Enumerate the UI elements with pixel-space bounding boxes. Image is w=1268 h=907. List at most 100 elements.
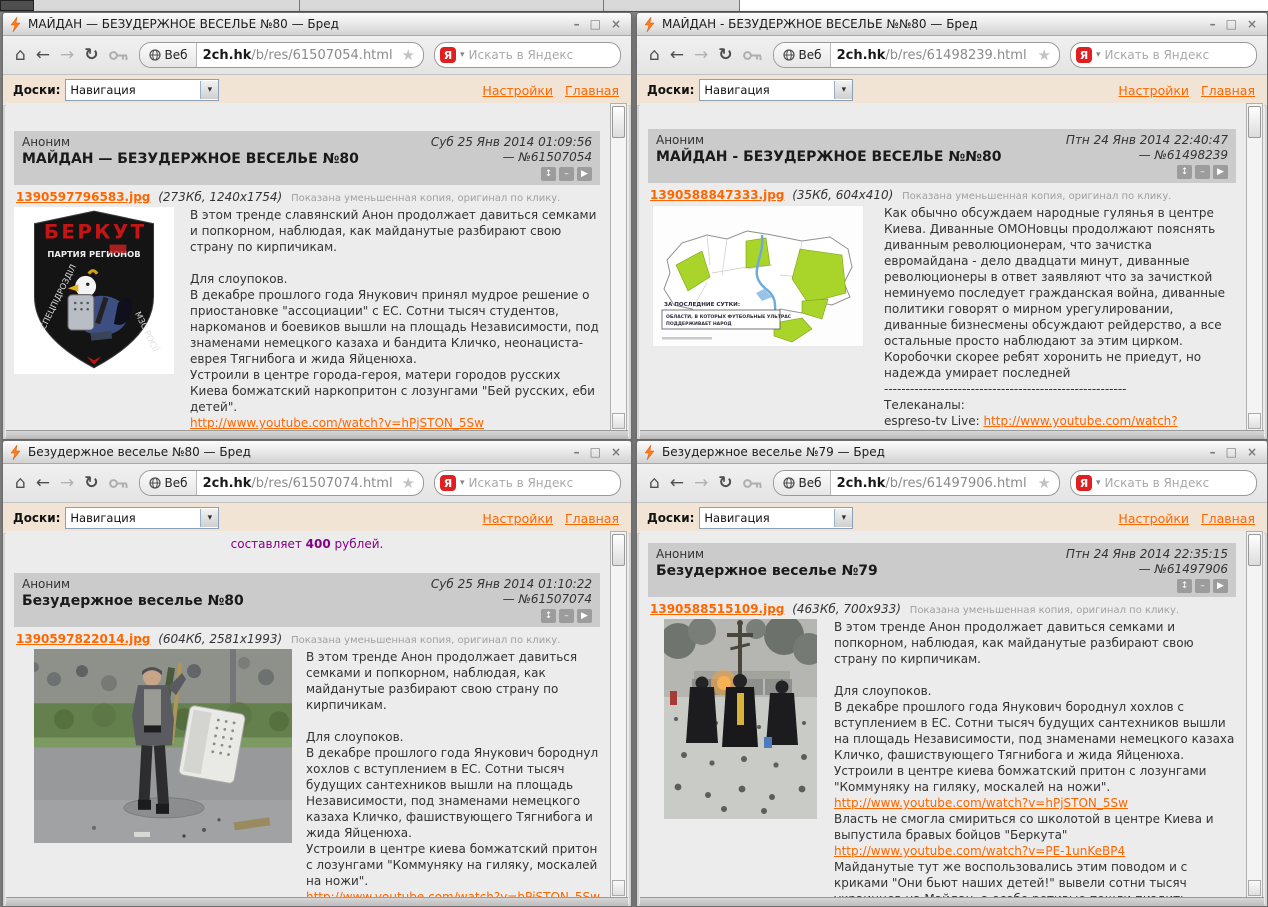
- post-number[interactable]: — №61498239: [1066, 148, 1228, 162]
- back-button[interactable]: ←: [670, 47, 684, 64]
- close-button[interactable]: ×: [611, 445, 623, 459]
- navigation-select[interactable]: Навигация ▾: [699, 79, 853, 101]
- close-button[interactable]: ×: [611, 17, 623, 31]
- search-dropdown-icon[interactable]: ▾: [460, 50, 465, 60]
- hide-post-button[interactable]: –: [559, 167, 574, 181]
- maximize-button[interactable]: □: [590, 17, 603, 31]
- mainpage-link[interactable]: Главная: [1201, 83, 1255, 98]
- post-thumbnail[interactable]: [34, 649, 292, 843]
- file-link[interactable]: 1390597796583.jpg: [16, 190, 150, 204]
- vertical-scrollbar[interactable]: [610, 531, 627, 898]
- search-dropdown-icon[interactable]: ▾: [460, 478, 465, 488]
- background-window-fragment[interactable]: [604, 0, 740, 11]
- post-link[interactable]: http://www.youtube.com/watch?v=PE-1unKeB…: [834, 844, 1125, 858]
- scrollbar-end-button[interactable]: [612, 413, 625, 429]
- post-number[interactable]: — №61497906: [1066, 562, 1228, 576]
- file-link[interactable]: 1390588847333.jpg: [650, 188, 784, 202]
- yandex-search-box[interactable]: Я ▾ Искать в Яндекс: [434, 470, 621, 496]
- address-bar[interactable]: Веб 2ch.hk/b/res/61507074.html ★: [139, 470, 424, 496]
- file-link[interactable]: 1390597822014.jpg: [16, 632, 150, 646]
- maximize-button[interactable]: □: [1226, 445, 1239, 459]
- minimize-button[interactable]: –: [574, 445, 582, 459]
- hide-post-button[interactable]: –: [1195, 579, 1210, 593]
- url-text[interactable]: 2ch.hk/b/res/61498239.html: [831, 48, 1038, 63]
- background-window-fragment[interactable]: [740, 0, 1268, 11]
- web-mode-button[interactable]: Веб: [774, 471, 831, 495]
- post-link[interactable]: http://www.youtube.com/watch?v=hPjSTON_5…: [834, 796, 1128, 810]
- play-post-button[interactable]: ▶: [577, 609, 592, 623]
- post-number[interactable]: — №61507074: [431, 592, 592, 606]
- expand-post-button[interactable]: ↕: [1177, 165, 1192, 179]
- navigation-select[interactable]: Навигация ▾: [699, 507, 853, 529]
- select-dropdown-icon[interactable]: ▾: [200, 81, 218, 99]
- key-icon[interactable]: [743, 46, 763, 65]
- navigation-select[interactable]: Навигация ▾: [65, 79, 219, 101]
- reload-button[interactable]: ↻: [84, 47, 98, 64]
- vertical-scrollbar[interactable]: [1246, 103, 1263, 431]
- post-thumbnail[interactable]: ЗА ПОСЛЕДНИЕ СУТКИ: ОБЛАСТИ, В КОТОРЫХ Ф…: [652, 205, 864, 347]
- close-button[interactable]: ×: [1247, 445, 1259, 459]
- settings-link[interactable]: Настройки: [1118, 83, 1189, 98]
- forward-button[interactable]: →: [60, 47, 74, 64]
- mainpage-link[interactable]: Главная: [565, 511, 619, 526]
- back-button[interactable]: ←: [670, 475, 684, 492]
- yandex-search-box[interactable]: Я ▾ Искать в Яндекс: [434, 42, 621, 68]
- home-button[interactable]: ⌂: [15, 475, 26, 492]
- reload-button[interactable]: ↻: [718, 47, 732, 64]
- forward-button[interactable]: →: [694, 47, 708, 64]
- maximize-button[interactable]: □: [1226, 17, 1239, 31]
- background-window-fragment[interactable]: [34, 0, 300, 11]
- back-button[interactable]: ←: [36, 475, 50, 492]
- scrollbar-thumb[interactable]: [1248, 534, 1261, 566]
- hide-post-button[interactable]: –: [1195, 165, 1210, 179]
- address-bar[interactable]: Веб 2ch.hk/b/res/61498239.html ★: [773, 42, 1060, 68]
- maximize-button[interactable]: □: [590, 445, 603, 459]
- background-window-fragment[interactable]: [300, 0, 604, 11]
- home-button[interactable]: ⌂: [649, 475, 660, 492]
- url-text[interactable]: 2ch.hk/b/res/61507074.html: [197, 476, 402, 491]
- back-button[interactable]: ←: [36, 47, 50, 64]
- scrollbar-end-button[interactable]: [1248, 880, 1261, 896]
- scrollbar-thumb[interactable]: [612, 534, 625, 566]
- settings-link[interactable]: Настройки: [482, 83, 553, 98]
- address-bar[interactable]: Веб 2ch.hk/b/res/61497906.html ★: [773, 470, 1060, 496]
- scrollbar-end-button[interactable]: [1248, 413, 1261, 429]
- web-mode-button[interactable]: Веб: [774, 43, 831, 67]
- window-titlebar[interactable]: МАЙДАН — БЕЗУДЕРЖНОЕ ВЕСЕЛЬЕ №80 — Бред …: [3, 13, 631, 36]
- select-dropdown-icon[interactable]: ▾: [834, 509, 852, 527]
- window-titlebar[interactable]: Безудержное веселье №80 — Бред – □ ×: [3, 441, 631, 464]
- web-mode-button[interactable]: Веб: [140, 43, 197, 67]
- address-bar[interactable]: Веб 2ch.hk/b/res/61507054.html ★: [139, 42, 424, 68]
- expand-post-button[interactable]: ↕: [541, 167, 556, 181]
- expand-post-button[interactable]: ↕: [541, 609, 556, 623]
- select-dropdown-icon[interactable]: ▾: [200, 509, 218, 527]
- play-post-button[interactable]: ▶: [1213, 165, 1228, 179]
- navigation-select[interactable]: Навигация ▾: [65, 507, 219, 529]
- play-post-button[interactable]: ▶: [577, 167, 592, 181]
- bookmark-star-icon[interactable]: ★: [1038, 46, 1059, 64]
- search-dropdown-icon[interactable]: ▾: [1096, 478, 1101, 488]
- settings-link[interactable]: Настройки: [482, 511, 553, 526]
- file-link[interactable]: 1390588515109.jpg: [650, 602, 784, 616]
- window-titlebar[interactable]: Безудержное веселье №79 — Бред – □ ×: [637, 441, 1267, 464]
- url-text[interactable]: 2ch.hk/b/res/61497906.html: [831, 476, 1038, 491]
- post-link[interactable]: http://www.youtube.com/watch?v=hPjSTON_5…: [190, 416, 484, 430]
- hide-post-button[interactable]: –: [559, 609, 574, 623]
- yandex-search-box[interactable]: Я ▾ Искать в Яндекс: [1070, 42, 1257, 68]
- window-titlebar[interactable]: МАЙДАН - БЕЗУДЕРЖНОЕ ВЕСЕЛЬЕ №№80 — Бред…: [637, 13, 1267, 36]
- settings-link[interactable]: Настройки: [1118, 511, 1189, 526]
- key-icon[interactable]: [743, 474, 763, 493]
- background-window-fragment[interactable]: [0, 0, 34, 11]
- mainpage-link[interactable]: Главная: [565, 83, 619, 98]
- bookmark-star-icon[interactable]: ★: [402, 46, 423, 64]
- bookmark-star-icon[interactable]: ★: [1038, 474, 1059, 492]
- home-button[interactable]: ⌂: [15, 47, 26, 64]
- key-icon[interactable]: [109, 46, 129, 65]
- post-thumbnail[interactable]: БЕРКУТ ПАРТИЯ РЕГИОНОВ СПЕЦПІДРОЗДІЛ МЗС…: [14, 207, 174, 374]
- home-button[interactable]: ⌂: [649, 47, 660, 64]
- mainpage-link[interactable]: Главная: [1201, 511, 1255, 526]
- reload-button[interactable]: ↻: [718, 475, 732, 492]
- search-dropdown-icon[interactable]: ▾: [1096, 50, 1101, 60]
- post-number[interactable]: — №61507054: [431, 150, 592, 164]
- scrollbar-thumb[interactable]: [612, 106, 625, 138]
